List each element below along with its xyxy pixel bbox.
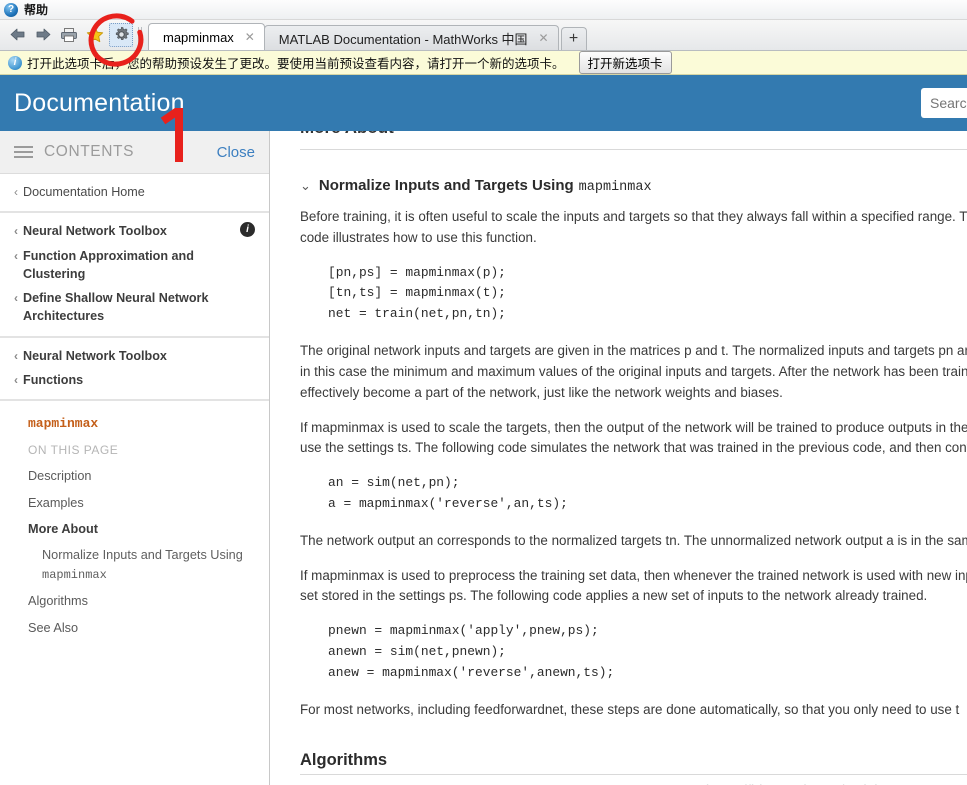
chevron-left-icon: ‹ (14, 183, 18, 201)
toc-item-label-mono: mapminmax (42, 568, 107, 582)
sidebar-item-label: Define Shallow Neural Network Architectu… (23, 289, 255, 326)
code-block-2: an = sim(net,pn); a = mapminmax('reverse… (300, 473, 967, 515)
paragraph-1: Before training, it is often useful to s… (300, 207, 967, 249)
sidebar-item-label: Functions (23, 371, 83, 389)
close-icon[interactable]: ✕ (244, 30, 256, 44)
clipped-heading-more-about: More About (300, 131, 967, 153)
sidebar-item-neural-network-toolbox[interactable]: ‹ Neural Network Toolbox i (0, 219, 269, 243)
code-block-3: pnewn = mapminmax('apply',pnew,ps); anew… (300, 621, 967, 684)
page-title: Documentation (0, 89, 185, 118)
paragraph-line: in this case the minimum and maximum val… (300, 362, 967, 383)
sidebar-breadcrumb-section: ‹ Neural Network Toolbox i ‹ Function Ap… (0, 213, 269, 337)
tab-label: mapminmax (163, 30, 234, 45)
paragraph-2: The original network inputs and targets … (300, 341, 967, 403)
star-icon[interactable] (83, 23, 107, 47)
new-tab-button[interactable]: + (561, 27, 587, 50)
toolbar-grip[interactable] (138, 27, 143, 43)
toc-item-examples[interactable]: Examples (0, 490, 269, 516)
ghost-heading-text: More About (300, 131, 394, 138)
toc-item-normalize-inputs-and-targets[interactable]: Normalize Inputs and Targets Using mapmi… (0, 542, 269, 588)
toolbar-icons (0, 19, 148, 50)
paragraph-line: The original network inputs and targets … (300, 341, 967, 362)
chevron-left-icon: ‹ (14, 289, 18, 307)
notification-bar: i 打开此选项卡后，您的帮助预设发生了更改。要使用当前预设查看内容，请打开一个新… (0, 51, 967, 75)
divider (300, 149, 967, 150)
sidebar-item-function-approximation-and-clustering[interactable]: ‹ Function Approximation and Clustering (0, 244, 269, 287)
print-icon[interactable] (57, 23, 81, 47)
algorithms-heading: Algorithms (300, 751, 967, 775)
help-question-icon: ? (4, 3, 18, 17)
paragraph-line: use the settings ts. The following code … (300, 438, 967, 459)
chevron-left-icon: ‹ (14, 222, 18, 240)
close-icon[interactable]: ✕ (538, 31, 550, 45)
paragraph-3: If mapminmax is used to scale the target… (300, 418, 967, 460)
toc-item-label: Normalize Inputs and Targets Using (42, 548, 243, 562)
hamburger-icon[interactable] (14, 143, 33, 161)
tab-label: MATLAB Documentation - MathWorks 中国 (279, 29, 528, 48)
forward-arrow-icon[interactable] (31, 23, 55, 47)
code-block-1: [pn,ps] = mapminmax(p); [tn,ts] = mapmin… (300, 263, 967, 326)
sidebar-functions-section: ‹ Neural Network Toolbox ‹ Functions (0, 338, 269, 402)
section-heading-mono: mapminmax (579, 180, 652, 195)
tab-matlab-documentation[interactable]: MATLAB Documentation - MathWorks 中国 ✕ (264, 25, 559, 50)
paragraph-line: set stored in the settings ps. The follo… (300, 586, 967, 607)
sidebar-item-neural-network-toolbox-2[interactable]: ‹ Neural Network Toolbox (0, 344, 269, 368)
tab-mapminmax[interactable]: mapminmax ✕ (148, 23, 265, 50)
chevron-down-icon[interactable]: ⌄ (300, 178, 311, 194)
window-titlebar: ? 帮助 (0, 0, 967, 20)
paragraph-5: If mapminmax is used to preprocess the t… (300, 566, 967, 608)
browser-window: ? 帮助 (0, 0, 967, 785)
notification-text: 打开此选项卡后，您的帮助预设发生了更改。要使用当前预设查看内容，请打开一个新的选… (27, 53, 565, 72)
gear-icon[interactable] (109, 23, 133, 47)
sidebar-item-label: Function Approximation and Clustering (23, 247, 255, 284)
documentation-header: Documentation (0, 75, 967, 131)
toc-item-more-about[interactable]: More About (0, 516, 269, 542)
toc-item-description[interactable]: Description (0, 463, 269, 489)
chevron-left-icon: ‹ (14, 347, 18, 365)
paragraph-4: The network output an corresponds to the… (300, 531, 967, 552)
toc-heading-on-this-page: ON THIS PAGE (0, 438, 269, 463)
section-heading-text: Normalize Inputs and Targets Using (319, 177, 574, 194)
chevron-left-icon: ‹ (14, 247, 18, 265)
info-icon[interactable]: i (240, 222, 255, 237)
sidebar-item-define-shallow-neural-network-architectures[interactable]: ‹ Define Shallow Neural Network Architec… (0, 286, 269, 329)
back-arrow-icon[interactable] (5, 23, 29, 47)
main-content: More About ⌄ Normalize Inputs and Target… (270, 131, 967, 785)
toc-item-algorithms[interactable]: Algorithms (0, 588, 269, 614)
open-new-tab-button[interactable]: 打开新选项卡 (579, 51, 672, 74)
search-input[interactable] (921, 94, 967, 112)
sidebar-home-section: ‹ Documentation Home (0, 174, 269, 213)
close-sidebar-button[interactable]: Close (217, 144, 255, 161)
contents-label: CONTENTS (44, 143, 217, 161)
chevron-left-icon: ‹ (14, 371, 18, 389)
sidebar: CONTENTS Close ‹ Documentation Home ‹ Ne… (0, 131, 270, 785)
info-icon: i (8, 56, 22, 70)
sidebar-item-documentation-home[interactable]: ‹ Documentation Home (0, 180, 269, 204)
page-body: CONTENTS Close ‹ Documentation Home ‹ Ne… (0, 131, 967, 785)
sidebar-item-label: Neural Network Toolbox (23, 222, 167, 240)
section-heading-normalize-inputs[interactable]: ⌄ Normalize Inputs and Targets Using map… (300, 177, 967, 195)
search-box[interactable] (921, 88, 967, 118)
sidebar-item-label: Neural Network Toolbox (23, 347, 167, 365)
paragraph-line: The network output an corresponds to the… (300, 531, 967, 552)
paragraph-line: If mapminmax is used to scale the target… (300, 418, 967, 439)
toc-item-see-also[interactable]: See Also (0, 615, 269, 641)
on-this-page-toc: mapminmax ON THIS PAGE Description Examp… (0, 401, 269, 641)
sidebar-item-label: Documentation Home (23, 183, 145, 201)
paragraph-line: For most networks, including feedforward… (300, 700, 967, 721)
toc-item-mapminmax[interactable]: mapminmax (0, 411, 269, 438)
paragraph-line: code illustrates how to use this functio… (300, 228, 967, 249)
tab-strip: mapminmax ✕ MATLAB Documentation - MathW… (148, 19, 587, 50)
paragraph-6: For most networks, including feedforward… (300, 700, 967, 721)
toolbar-and-tabs: mapminmax ✕ MATLAB Documentation - MathW… (0, 20, 967, 51)
contents-bar: CONTENTS Close (0, 131, 269, 174)
window-title: 帮助 (24, 1, 48, 18)
paragraph-line: If mapminmax is used to preprocess the t… (300, 566, 967, 587)
sidebar-item-functions[interactable]: ‹ Functions (0, 368, 269, 392)
paragraph-line: Before training, it is often useful to s… (300, 207, 967, 228)
paragraph-line: effectively become a part of the network… (300, 383, 967, 404)
